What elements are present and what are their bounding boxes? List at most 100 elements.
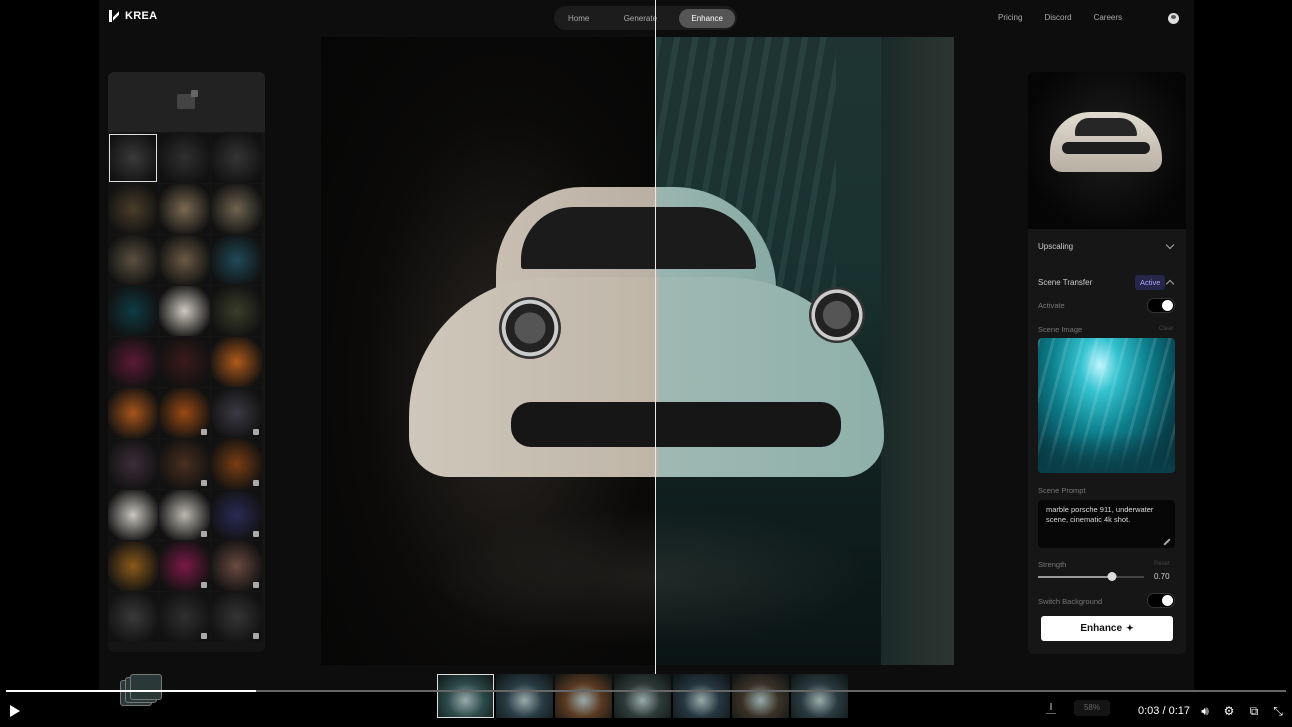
gallery-thumbnail[interactable] (159, 388, 210, 438)
zoom-level[interactable]: 58% (1074, 700, 1110, 716)
tab-enhance[interactable]: Enhance (679, 8, 735, 28)
sparkle-icon: ✦ (1126, 623, 1134, 633)
gallery-thumbnail[interactable] (108, 133, 158, 183)
strength-slider-handle[interactable] (1107, 572, 1117, 581)
filmstrip-thumbnail[interactable] (732, 674, 789, 718)
scene-image[interactable] (1038, 338, 1175, 473)
gallery-thumbnail[interactable] (159, 490, 210, 540)
tab-generate[interactable]: Generate (612, 9, 669, 28)
gallery-thumbnail[interactable] (108, 439, 158, 489)
comparison-canvas[interactable] (321, 37, 954, 665)
gallery-thumbnail[interactable] (108, 337, 158, 387)
gallery-thumbnail[interactable] (159, 235, 210, 285)
filmstrip-thumbnail[interactable] (555, 674, 612, 718)
filmstrip-thumbnail[interactable] (673, 674, 730, 718)
filmstrip-thumbnail[interactable] (437, 674, 494, 718)
enhance-settings-panel: Upscaling Scene Transfer Active Activate… (1028, 72, 1186, 654)
chevron-up-icon[interactable] (1165, 279, 1175, 289)
gallery-thumbnail[interactable] (211, 592, 262, 642)
main-nav: Home Generate Enhance (554, 6, 737, 30)
switch-background-label: Switch Background (1038, 597, 1103, 606)
gallery-thumbnail[interactable] (159, 286, 210, 336)
lock-icon (201, 480, 207, 486)
headlight-left (499, 297, 561, 359)
switch-background-toggle[interactable] (1147, 593, 1175, 608)
upscaling-section-label[interactable]: Upscaling (1038, 242, 1073, 251)
gallery-thumbnail[interactable] (211, 541, 262, 591)
scene-prompt-input[interactable]: marble porsche 911, underwater scene, ci… (1038, 500, 1175, 548)
car-reflection (431, 507, 871, 647)
krea-logo[interactable]: KREA (109, 10, 157, 22)
play-icon[interactable] (10, 705, 20, 717)
gallery-thumbnail[interactable] (159, 133, 210, 183)
gallery-thumbnail[interactable] (159, 184, 210, 234)
volume-icon[interactable]: 🔊︎ (1198, 704, 1212, 718)
gallery-thumbnail[interactable] (159, 541, 210, 591)
lock-icon (201, 531, 207, 537)
strength-reset[interactable]: Reset (1154, 561, 1170, 567)
comparison-divider[interactable] (655, 0, 656, 690)
gallery-thumbnail[interactable] (211, 439, 262, 489)
lock-icon (253, 582, 259, 588)
lock-icon (201, 582, 207, 588)
lock-icon (201, 633, 207, 639)
gallery-thumbnail[interactable] (211, 337, 262, 387)
thumbnail-grid (108, 132, 265, 642)
brand-name: KREA (125, 10, 158, 22)
scene-prompt-label: Scene Prompt (1038, 486, 1086, 495)
top-links: Pricing Discord Careers (998, 13, 1122, 22)
scene-transfer-label[interactable]: Scene Transfer (1038, 278, 1092, 287)
gallery-thumbnail[interactable] (108, 490, 158, 540)
scene-prompt-text: marble porsche 911, underwater scene, ci… (1046, 505, 1154, 524)
chevron-down-icon[interactable] (1165, 240, 1175, 250)
gallery-thumbnail[interactable] (159, 337, 210, 387)
link-discord[interactable]: Discord (1044, 13, 1071, 22)
pip-icon[interactable]: ⧉ (1247, 704, 1261, 718)
gallery-thumbnail[interactable] (108, 592, 158, 642)
pencil-icon[interactable] (1163, 538, 1171, 546)
filmstrip-thumbnail[interactable] (614, 674, 671, 718)
krea-app: KREA Home Generate Enhance Pricing Disco… (99, 0, 1194, 690)
preview-car (1050, 112, 1162, 172)
gallery-thumbnail[interactable] (211, 490, 262, 540)
gallery-thumbnail[interactable] (211, 184, 262, 234)
gallery-thumbnail[interactable] (211, 388, 262, 438)
lock-icon (253, 531, 259, 537)
activate-toggle-knob (1162, 300, 1173, 311)
gallery-thumbnail[interactable] (211, 235, 262, 285)
enhance-button-label: Enhance (1080, 623, 1123, 634)
strength-value: 0.70 (1154, 572, 1170, 581)
result-preview[interactable] (1028, 72, 1186, 229)
scene-image-clear[interactable]: Clear (1159, 326, 1173, 332)
strength-slider-fill (1038, 576, 1113, 578)
gallery-thumbnail[interactable] (159, 439, 210, 489)
strength-label: Strength (1038, 560, 1067, 569)
link-pricing[interactable]: Pricing (998, 13, 1022, 22)
gallery-thumbnail[interactable] (108, 184, 158, 234)
filmstrip-thumbnail[interactable] (791, 674, 848, 718)
user-avatar-icon[interactable] (1168, 13, 1179, 24)
gallery-thumbnail[interactable] (108, 235, 158, 285)
filmstrip-thumbnail[interactable] (496, 674, 553, 718)
activate-toggle[interactable] (1147, 298, 1175, 313)
gallery-thumbnail[interactable] (108, 388, 158, 438)
scene-image-label: Scene Image (1038, 325, 1083, 334)
lock-icon (253, 633, 259, 639)
gallery-thumbnail[interactable] (211, 286, 262, 336)
video-progress-bar[interactable] (6, 690, 1286, 692)
gear-icon[interactable]: ⚙︎ (1222, 704, 1236, 718)
tab-home[interactable]: Home (556, 9, 601, 28)
active-badge: Active (1135, 275, 1166, 290)
gallery-thumbnail[interactable] (108, 286, 158, 336)
lock-icon (201, 429, 207, 435)
gallery-thumbnail[interactable] (211, 133, 262, 183)
enhance-button[interactable]: Enhance ✦ (1041, 616, 1173, 641)
gallery-thumbnail[interactable] (108, 541, 158, 591)
coral-reef (881, 37, 954, 665)
gallery-thumbnail[interactable] (159, 592, 210, 642)
upload-dropzone[interactable] (108, 72, 265, 132)
fullscreen-exit-icon[interactable]: ⤡ (1271, 704, 1285, 718)
link-careers[interactable]: Careers (1094, 13, 1122, 22)
strength-slider[interactable] (1038, 572, 1144, 581)
download-icon[interactable] (1046, 703, 1056, 714)
